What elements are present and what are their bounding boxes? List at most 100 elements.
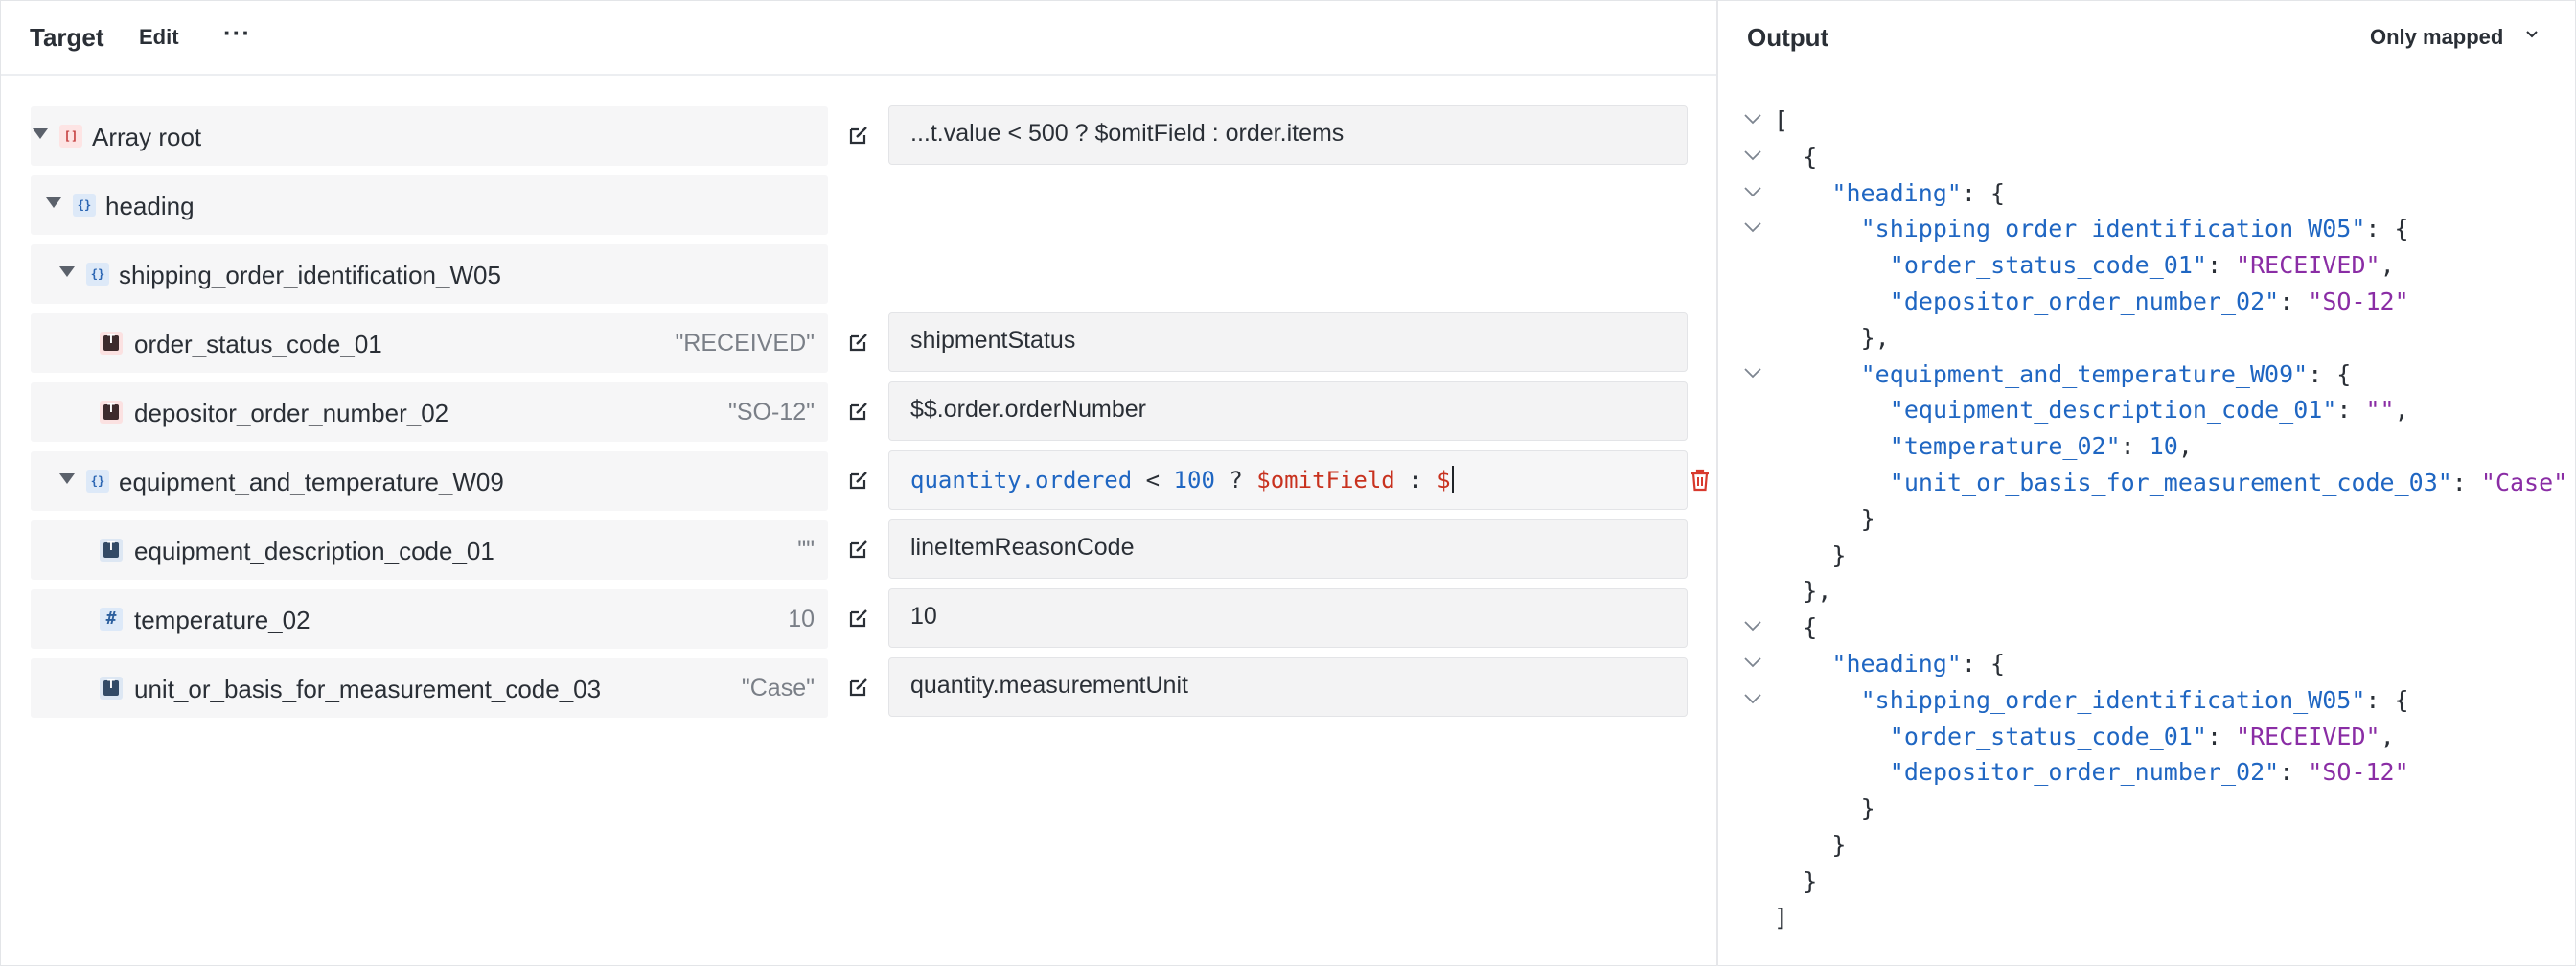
tree-row-depositor-order-number[interactable]: depositor_order_number_02 "SO-12" — [31, 382, 828, 442]
edit-expression-icon[interactable] — [848, 401, 869, 422]
json-punct: } — [1860, 794, 1875, 823]
json-key: "heading" — [1831, 650, 1962, 678]
edit-expression-icon[interactable] — [848, 608, 869, 629]
json-line: { — [1720, 611, 2576, 648]
collapse-caret-icon[interactable] — [33, 128, 48, 139]
expr-token: $omitField — [1256, 467, 1395, 494]
json-code: "order_status_code_01": "RECEIVED", — [1890, 723, 2395, 750]
fold-chevron-icon[interactable] — [1743, 112, 1762, 126]
expr-token: 100 — [1173, 467, 1215, 494]
output-filter-dropdown[interactable]: Only mapped — [2370, 25, 2503, 50]
json-key: "shipping_order_identification_W05" — [1860, 215, 2366, 243]
tree-row-equipment-description-code[interactable]: equipment_description_code_01 "" — [31, 520, 828, 580]
json-punct: : — [2279, 288, 2309, 315]
json-line: "heading": { — [1720, 177, 2576, 214]
json-number: 10 — [2149, 432, 2178, 461]
expression-input[interactable]: shipmentStatus — [888, 312, 1688, 372]
json-line: } — [1720, 865, 2576, 902]
json-key: "equipment_description_code_01" — [1889, 396, 2337, 425]
fold-chevron-icon[interactable] — [1743, 692, 1762, 705]
fold-chevron-icon[interactable] — [1743, 149, 1762, 162]
text-type-icon — [100, 539, 123, 562]
field-value: 10 — [788, 606, 815, 632]
expression-editor-active[interactable]: quantity.ordered < 100 ? $omitField : $ — [888, 450, 1688, 510]
tree-row-order-status-code[interactable]: order_status_code_01 "RECEIVED" — [31, 313, 828, 373]
json-code: } — [1861, 794, 1875, 822]
tree-row-heading[interactable]: {} heading — [31, 175, 828, 235]
tree-row-array-root[interactable]: [] Array root — [31, 106, 828, 166]
collapse-caret-icon[interactable] — [59, 473, 75, 484]
edit-expression-icon[interactable] — [848, 470, 869, 491]
json-punct: : — [2336, 396, 2366, 425]
edit-expression-icon[interactable] — [848, 677, 869, 698]
field-value: "RECEIVED" — [675, 330, 815, 356]
text-type-icon — [100, 332, 123, 355]
tree-row-equipment-and-temperature[interactable]: {} equipment_and_temperature_W09 — [31, 451, 828, 511]
expression-input[interactable]: lineItemReasonCode — [888, 519, 1688, 579]
json-line: "equipment_description_code_01": "", — [1720, 394, 2576, 430]
expression-input[interactable]: $$.order.orderNumber — [888, 381, 1688, 441]
json-line: "temperature_02": 10, — [1720, 430, 2576, 467]
json-code: }, — [1861, 324, 1890, 352]
tree-row-temperature[interactable]: # temperature_02 10 — [31, 589, 828, 649]
fold-chevron-icon[interactable] — [1743, 220, 1762, 234]
json-code: "shipping_order_identification_W05": { — [1861, 215, 2409, 242]
target-title: Target — [30, 23, 104, 52]
json-code: } — [1831, 831, 1846, 859]
json-string: "RECEIVED" — [2236, 251, 2380, 280]
json-line: } — [1720, 503, 2576, 540]
json-code: "heading": { — [1831, 179, 2005, 207]
expression-input[interactable]: quantity.measurementUnit — [888, 657, 1688, 717]
field-label: unit_or_basis_for_measurement_code_03 — [134, 675, 602, 703]
json-punct: : — [2451, 469, 2481, 496]
json-line: } — [1720, 829, 2576, 865]
edit-expression-icon[interactable] — [848, 332, 869, 353]
fold-chevron-icon[interactable] — [1743, 619, 1762, 632]
edit-expression-icon[interactable] — [848, 125, 869, 146]
tree-row-shipping-order-identification[interactable]: {} shipping_order_identification_W05 — [31, 244, 828, 304]
edit-expression-icon[interactable] — [848, 539, 869, 560]
json-punct: } — [1831, 540, 1847, 569]
tree-row-unit-or-basis-for-measurement-code[interactable]: unit_or_basis_for_measurement_code_03 "C… — [31, 658, 828, 718]
field-label: equipment_description_code_01 — [134, 537, 494, 565]
json-code: "depositor_order_number_02": "SO-12" — [1890, 288, 2409, 315]
number-type-icon: # — [100, 608, 123, 631]
json-line: ] — [1720, 902, 2576, 938]
json-punct: : { — [2308, 359, 2352, 388]
target-panel: Target Edit ··· [] Array root ...t.value… — [1, 1, 1718, 966]
json-line: "depositor_order_number_02": "SO-12" — [1720, 756, 2576, 793]
json-punct: ] — [1774, 903, 1789, 932]
output-panel: Output Only mapped [{"heading": {"shippi… — [1720, 1, 2576, 966]
expression-input[interactable]: ...t.value < 500 ? $omitField : order.it… — [888, 105, 1688, 165]
edit-button[interactable]: Edit — [139, 25, 179, 50]
json-punct: { — [1803, 613, 1818, 642]
field-label: heading — [105, 192, 195, 220]
json-punct: } — [1860, 504, 1875, 533]
delete-trash-icon[interactable] — [1690, 469, 1711, 492]
more-options-button[interactable]: ··· — [223, 18, 251, 48]
json-string: "SO-12" — [2308, 288, 2409, 315]
fold-chevron-icon[interactable] — [1743, 656, 1762, 669]
fold-chevron-icon[interactable] — [1743, 185, 1762, 198]
json-punct: { — [1803, 142, 1818, 171]
json-code: { — [1803, 613, 1817, 641]
expression-input[interactable]: 10 — [888, 588, 1688, 648]
expr-token: : — [1409, 467, 1423, 494]
json-line: "unit_or_basis_for_measurement_code_03":… — [1720, 467, 2576, 503]
collapse-caret-icon[interactable] — [46, 197, 61, 208]
json-line: "order_status_code_01": "RECEIVED", — [1720, 249, 2576, 286]
array-type-icon: [] — [59, 125, 82, 148]
json-code: ] — [1774, 904, 1788, 932]
json-punct: , — [2380, 251, 2395, 280]
json-string: "SO-12" — [2308, 758, 2409, 787]
collapse-caret-icon[interactable] — [59, 266, 75, 277]
json-code: }, — [1803, 577, 1831, 605]
json-string: "Case" — [2480, 469, 2568, 496]
json-punct: } — [1831, 831, 1847, 859]
fold-chevron-icon[interactable] — [1743, 366, 1762, 380]
json-punct: [ — [1774, 106, 1789, 134]
json-code: "unit_or_basis_for_measurement_code_03":… — [1890, 469, 2567, 496]
json-punct: : — [2206, 722, 2237, 750]
json-punct: : — [2279, 758, 2309, 787]
chevron-down-icon[interactable] — [2525, 28, 2539, 41]
